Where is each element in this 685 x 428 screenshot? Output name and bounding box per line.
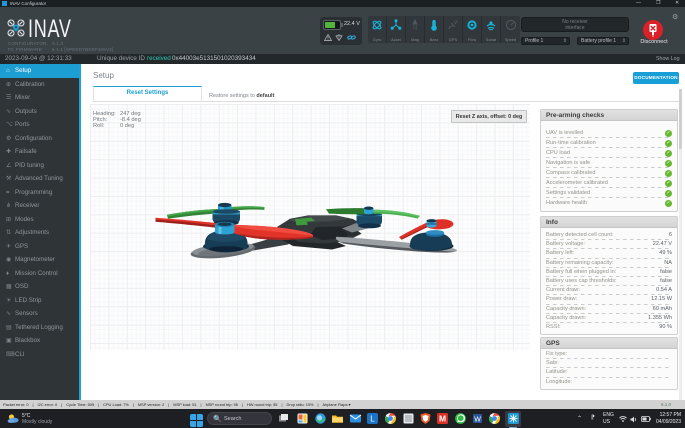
svg-text:L: L: [370, 415, 375, 424]
svg-text:M: M: [439, 414, 446, 424]
svg-text:W: W: [474, 416, 481, 423]
svg-text:N: N: [413, 26, 417, 32]
